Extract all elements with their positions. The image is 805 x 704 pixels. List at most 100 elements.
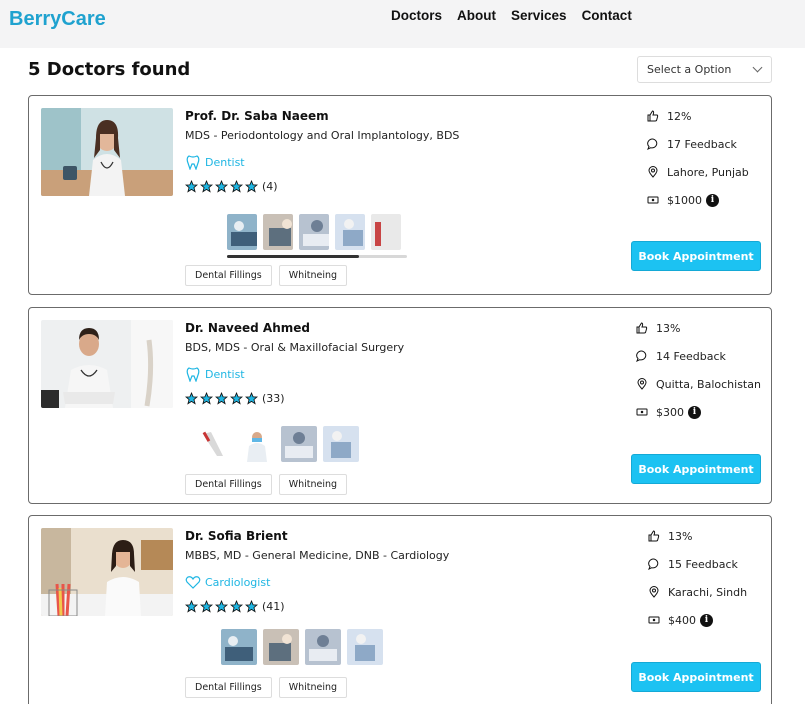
gallery-image[interactable]	[239, 426, 275, 462]
sort-select-value: Select a Option	[647, 63, 732, 76]
doctor-card: Prof. Dr. Saba Naeem MDS - Periodontolog…	[28, 95, 772, 295]
star-icon	[185, 392, 198, 405]
service-tag[interactable]: Whitneing	[278, 265, 348, 286]
heart-icon	[185, 576, 201, 589]
fee-value: $1000	[667, 193, 702, 207]
info-icon[interactable]: i	[688, 405, 701, 419]
location-stat: Lahore, Punjab	[647, 163, 787, 181]
gallery-scrollbar-thumb[interactable]	[227, 255, 359, 258]
doctor-photo	[41, 320, 173, 408]
fee-stat: $400 i	[648, 611, 788, 629]
star-icon	[200, 392, 213, 405]
likes-stat: 13%	[636, 319, 776, 337]
gallery-image[interactable]	[227, 214, 257, 250]
book-appointment-button[interactable]: Book Appointment	[631, 662, 761, 692]
doctor-specialty: Cardiologist	[185, 574, 270, 590]
clinic-gallery[interactable]	[227, 214, 407, 250]
doctor-name[interactable]: Prof. Dr. Saba Naeem	[185, 109, 329, 123]
specialty-label: Cardiologist	[205, 575, 271, 589]
money-icon	[647, 196, 659, 204]
review-count: (4)	[262, 180, 278, 193]
service-tag[interactable]: Dental Fillings	[185, 474, 272, 495]
gallery-image[interactable]	[323, 426, 359, 462]
sort-select[interactable]: Select a Option	[637, 56, 772, 83]
location-stat: Quitta, Balochistan	[636, 375, 776, 393]
service-tag[interactable]: Dental Fillings	[185, 265, 272, 286]
doctor-specialty: Dentist	[185, 154, 245, 170]
gallery-image[interactable]	[305, 629, 341, 665]
service-tag[interactable]: Whitneing	[278, 677, 348, 698]
map-pin-icon	[637, 378, 647, 390]
doctor-name[interactable]: Dr. Sofia Brient	[185, 529, 288, 543]
service-tag[interactable]: Whitneing	[278, 474, 348, 495]
fee-stat: $1000 i	[647, 191, 787, 209]
star-icon	[230, 180, 243, 193]
chat-bubble-icon	[647, 138, 658, 150]
doctor-stats: 13% 15 Feedback Karachi, Sindh $400 i	[648, 527, 788, 639]
gallery-image[interactable]	[221, 629, 257, 665]
book-appointment-button[interactable]: Book Appointment	[631, 454, 761, 484]
location-value: Lahore, Punjab	[667, 165, 749, 179]
money-icon	[636, 408, 648, 416]
star-icon	[245, 180, 258, 193]
likes-value: 12%	[667, 109, 692, 123]
doctor-stats: 12% 17 Feedback Lahore, Punjab $1000 i	[647, 107, 787, 219]
gallery-scrollbar[interactable]	[227, 255, 407, 258]
service-tags: Dental Fillings Whitneing	[185, 474, 354, 495]
fee-stat: $300 i	[636, 403, 776, 421]
logo[interactable]: BerryCare	[9, 8, 106, 31]
gallery-image[interactable]	[263, 629, 299, 665]
clinic-gallery[interactable]	[197, 426, 365, 462]
book-appointment-button[interactable]: Book Appointment	[631, 241, 761, 271]
thumbs-up-icon	[636, 322, 648, 334]
location-value: Karachi, Sindh	[668, 585, 748, 599]
doctor-name[interactable]: Dr. Naveed Ahmed	[185, 321, 310, 335]
info-icon[interactable]: i	[706, 193, 719, 207]
likes-stat: 12%	[647, 107, 787, 125]
nav-doctors[interactable]: Doctors	[391, 8, 442, 23]
star-icon	[200, 180, 213, 193]
rating: (4)	[185, 180, 278, 193]
doctor-photo	[41, 108, 173, 196]
fee-value: $400	[668, 613, 696, 627]
likes-stat: 13%	[648, 527, 788, 545]
service-tags: Dental Fillings Whitneing	[185, 677, 354, 698]
nav-contact[interactable]: Contact	[582, 8, 632, 23]
clinic-gallery[interactable]	[221, 629, 389, 665]
doctor-degree: MDS - Periodontology and Oral Implantolo…	[185, 129, 460, 142]
star-icon	[230, 392, 243, 405]
nav-about[interactable]: About	[457, 8, 496, 23]
doctor-degree: MBBS, MD - General Medicine, DNB - Cardi…	[185, 549, 450, 562]
service-tags: Dental Fillings Whitneing	[185, 265, 354, 286]
star-icon	[215, 600, 228, 613]
doctor-card: Dr. Sofia Brient MBBS, MD - General Medi…	[28, 515, 772, 704]
feedback-value: 17 Feedback	[667, 137, 737, 151]
money-icon	[648, 616, 660, 624]
chevron-down-icon	[752, 62, 763, 73]
doctor-photo	[41, 528, 173, 616]
doctor-degree: BDS, MDS - Oral & Maxillofacial Surgery	[185, 341, 405, 354]
gallery-image[interactable]	[281, 426, 317, 462]
likes-value: 13%	[668, 529, 693, 543]
review-count: (33)	[262, 392, 285, 405]
doctor-specialty: Dentist	[185, 366, 245, 382]
gallery-image[interactable]	[263, 214, 293, 250]
likes-value: 13%	[656, 321, 681, 335]
review-count: (41)	[262, 600, 285, 613]
gallery-image[interactable]	[347, 629, 383, 665]
tooth-icon	[186, 155, 200, 170]
rating: (41)	[185, 600, 285, 613]
feedback-stat: 17 Feedback	[647, 135, 787, 153]
gallery-image[interactable]	[335, 214, 365, 250]
service-tag[interactable]: Dental Fillings	[185, 677, 272, 698]
gallery-image[interactable]	[299, 214, 329, 250]
specialty-label: Dentist	[205, 367, 245, 381]
gallery-image[interactable]	[371, 214, 401, 250]
star-icon	[185, 600, 198, 613]
gallery-image[interactable]	[197, 426, 233, 462]
feedback-stat: 14 Feedback	[636, 347, 776, 365]
rating: (33)	[185, 392, 285, 405]
info-icon[interactable]: i	[700, 613, 713, 627]
nav-services[interactable]: Services	[511, 8, 567, 23]
feedback-value: 14 Feedback	[656, 349, 726, 363]
